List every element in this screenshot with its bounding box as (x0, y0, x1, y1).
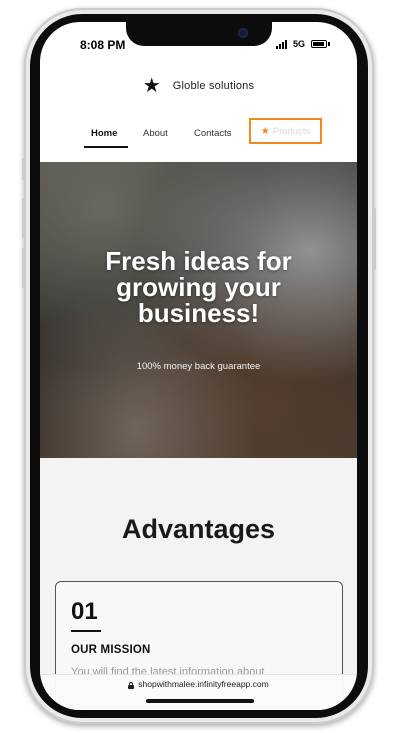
volume-down-button (22, 248, 25, 288)
nav-item-about[interactable]: About (143, 128, 168, 139)
hero-title-line: growing your (116, 272, 281, 302)
active-tab-indicator (84, 146, 128, 148)
status-time: 8:08 PM (80, 38, 126, 52)
signal-icon (276, 40, 287, 49)
url-text: shopwithmalee.infinityfreeapp.com (138, 679, 269, 689)
site-brand[interactable]: ★ Globle solutions (40, 74, 357, 98)
hero-title-line: business! (137, 298, 260, 328)
battery-tip (328, 42, 330, 46)
notch (126, 22, 272, 46)
home-indicator[interactable] (146, 699, 254, 703)
hero-banner: Fresh ideas for growing your business! 1… (40, 162, 357, 458)
network-type: 5G (293, 39, 306, 49)
card-number-underline (71, 630, 101, 632)
hero-subtitle: 100% money back guarantee (136, 361, 261, 372)
url-display[interactable]: shopwithmalee.infinityfreeapp.com (40, 679, 357, 689)
nav-item-home[interactable]: Home (91, 128, 117, 139)
power-button (373, 208, 376, 270)
brand-name: Globle solutions (172, 80, 255, 92)
nav-item-products-label: Products (272, 125, 311, 137)
card-number: 01 (71, 598, 98, 625)
star-icon: ★ (260, 125, 270, 137)
nav-item-contacts[interactable]: Contacts (194, 128, 232, 139)
lock-icon (128, 681, 135, 689)
browser-url-bar[interactable]: shopwithmalee.infinityfreeapp.com (40, 674, 357, 710)
advantages-section: Advantages 01 OUR MISSION You will find … (40, 458, 357, 710)
mute-switch (22, 158, 25, 180)
volume-up-button (22, 198, 25, 238)
star-icon: ★ (142, 75, 161, 97)
phone-screen: 8:08 PM 5G ★ Globle solutions Home About… (40, 22, 357, 710)
card-heading: OUR MISSION (71, 644, 151, 656)
front-camera (238, 28, 248, 38)
hero-title: Fresh ideas for growing your business! (40, 248, 357, 326)
hero-title-line: Fresh ideas for (105, 246, 292, 276)
main-nav: Home About Contacts ★ Products (40, 118, 357, 154)
nav-item-products[interactable]: ★ Products (249, 118, 322, 144)
section-title: Advantages (121, 514, 276, 544)
battery-icon (311, 40, 327, 48)
